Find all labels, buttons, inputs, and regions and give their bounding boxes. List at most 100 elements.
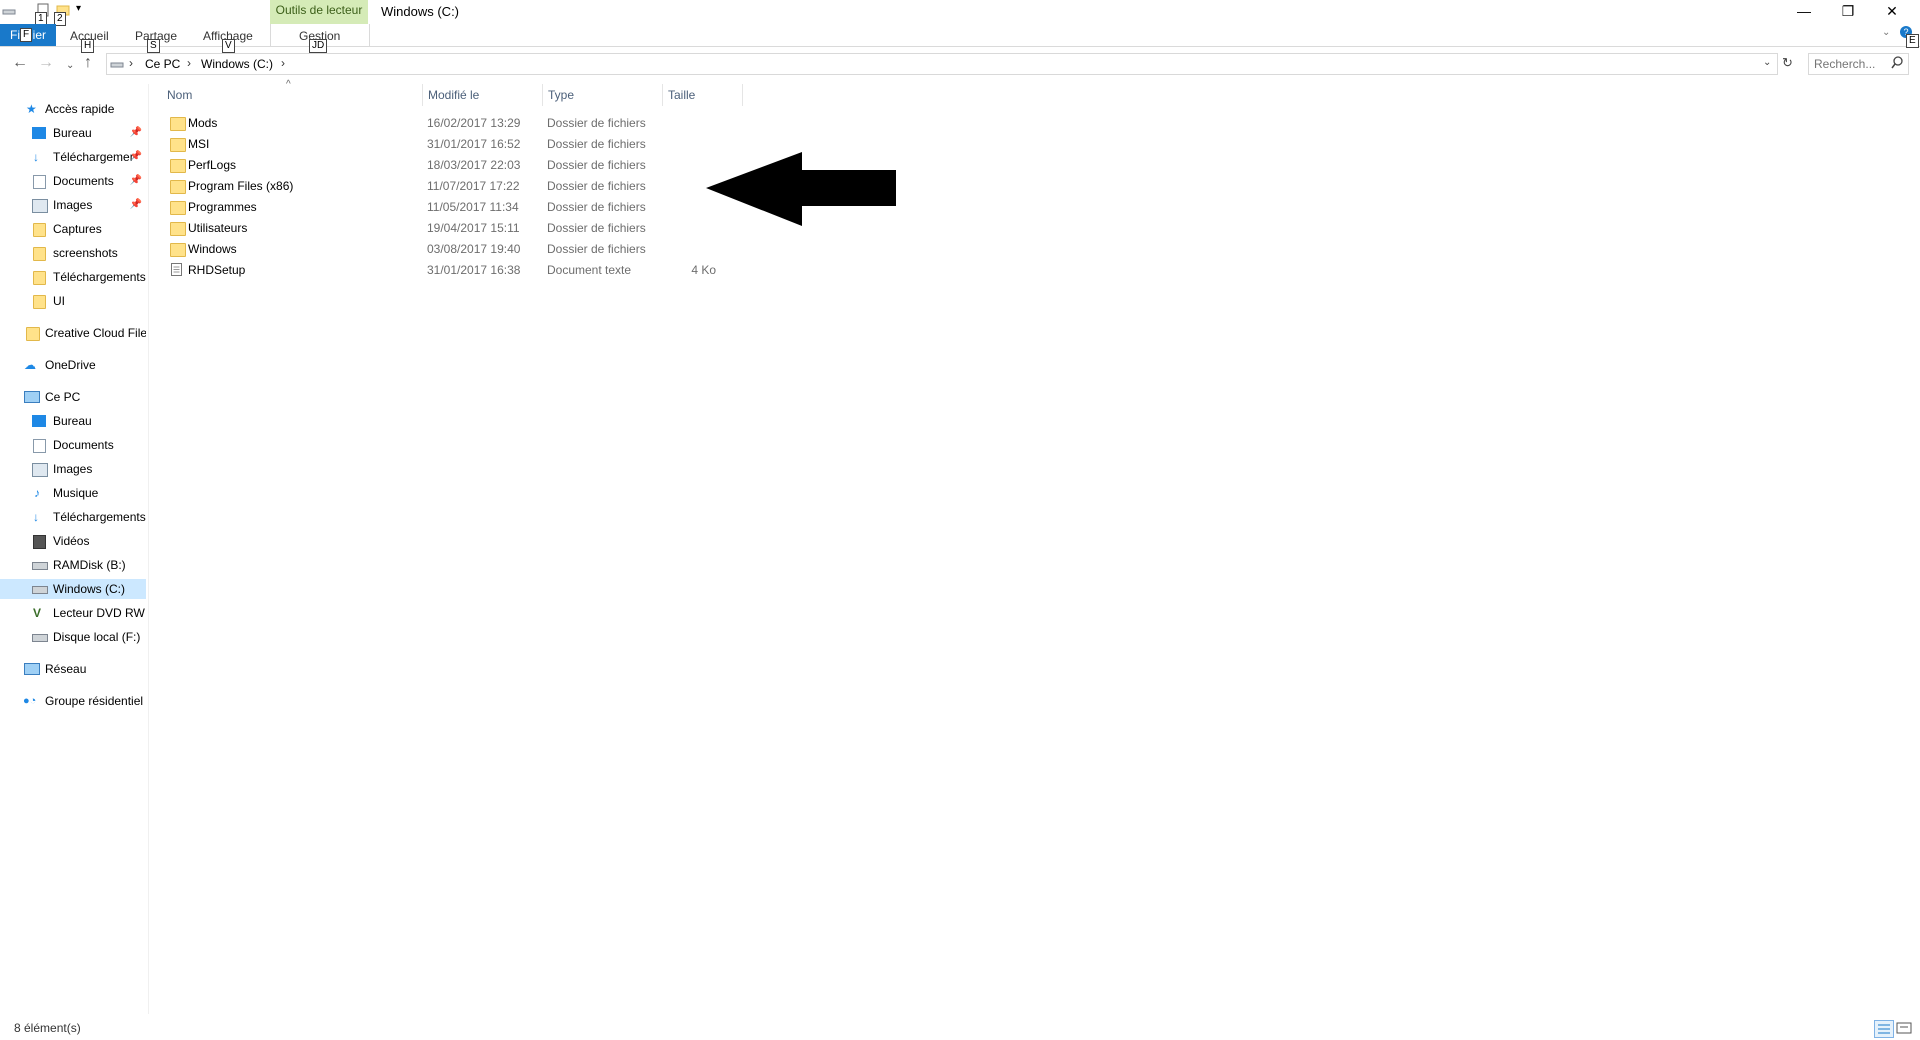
file-row[interactable]: Windows 03/08/2017 19:40 Dossier de fich… [167,239,767,259]
folder-icon [33,223,46,237]
folder-icon [170,201,186,215]
pictures-icon [32,463,48,477]
nav-pc-bureau[interactable]: Bureau [0,411,146,431]
customize-qa-icon[interactable]: ▾ [76,3,81,14]
column-size[interactable]: Taille [668,88,695,102]
nav-pc-windows-c[interactable]: Windows (C:) [0,579,146,599]
breadcrumb-windows-c[interactable]: Windows (C:) [201,57,273,71]
pin-icon[interactable]: 📌 [130,171,142,191]
nav-label: Accès rapide [45,102,115,116]
file-row[interactable]: PerfLogs 18/03/2017 22:03 Dossier de fic… [167,155,767,175]
download-icon: ↓ [33,150,39,164]
pin-icon[interactable]: 📌 [130,123,142,143]
close-button[interactable]: ✕ [1870,0,1914,22]
file-row[interactable]: RHDSetup 31/01/2017 16:38 Document texte… [167,260,767,280]
details-view-icon[interactable] [1874,1020,1894,1038]
nav-label: Téléchargements [53,150,133,164]
file-type: Dossier de fichiers [547,158,646,172]
file-type: Dossier de fichiers [547,137,646,151]
large-icons-view-icon[interactable] [1896,1021,1912,1035]
search-input[interactable] [1812,55,1888,73]
nav-label: Images [53,198,93,212]
file-row[interactable]: Program Files (x86) 11/07/2017 17:22 Dos… [167,176,767,196]
nav-quick-captures[interactable]: Captures [0,219,146,239]
folder-icon [33,247,46,261]
back-arrow-icon[interactable]: ← [12,54,28,72]
pin-icon[interactable]: 📌 [130,195,142,215]
up-arrow-icon[interactable]: ↑ [84,54,92,72]
address-dropdown-icon[interactable]: ⌄ [1763,57,1771,68]
nav-pc-videos[interactable]: Vidéos [0,531,146,551]
file-row[interactable]: Programmes 11/05/2017 11:34 Dossier de f… [167,197,767,217]
recent-locations-icon[interactable]: ⌄ [66,57,74,75]
file-row[interactable]: Mods 16/02/2017 13:29 Dossier de fichier… [167,113,767,133]
creative-cloud-icon [26,327,40,341]
nav-homegroup[interactable]: ●◔ Groupe résidentiel [0,691,146,711]
nav-pc-downloads[interactable]: ↓ Téléchargements [0,507,146,527]
breadcrumb-separator[interactable]: › [187,56,191,70]
search-box[interactable] [1808,53,1909,75]
file-row[interactable]: MSI 31/01/2017 16:52 Dossier de fichiers [167,134,767,154]
file-size: 4 Ko [691,263,716,277]
nav-quick-bureau[interactable]: Bureau 📌 [0,123,146,143]
column-divider[interactable] [422,84,423,106]
chevron-down-icon[interactable]: ⌄ [1882,27,1890,38]
nav-label: Bureau [53,414,92,428]
nav-this-pc[interactable]: Ce PC [0,387,146,407]
nav-onedrive[interactable]: ☁ OneDrive [0,355,146,375]
nav-label: screenshots [53,246,118,260]
search-icon[interactable] [1891,56,1903,73]
nav-pc-dvd[interactable]: V Lecteur DVD RW ( [0,603,146,623]
column-divider[interactable] [662,84,663,106]
file-type: Document texte [547,263,632,277]
nav-pc-images[interactable]: Images [0,459,146,479]
breadcrumb-this-pc[interactable]: Ce PC [145,57,180,71]
restore-button[interactable]: ❐ [1826,0,1870,22]
forward-arrow-icon[interactable]: → [38,54,54,72]
nav-pc-music[interactable]: ♪ Musique [0,483,146,503]
file-name: PerfLogs [188,158,237,172]
file-row[interactable]: Utilisateurs 19/04/2017 15:11 Dossier de… [167,218,767,238]
refresh-icon[interactable]: ↻ [1782,55,1793,71]
ribbon-tabs: Fichier F Accueil H Partage S Affichage … [0,24,1920,53]
tab-manage-box: Gestion JD [270,24,370,53]
nav-quick-images[interactable]: Images 📌 [0,195,146,215]
column-divider[interactable] [742,84,743,106]
nav-network[interactable]: Réseau [0,659,146,679]
nav-creative-cloud[interactable]: Creative Cloud Files [0,323,146,343]
column-divider[interactable] [542,84,543,106]
nav-quick-downloads-folder[interactable]: Téléchargements [0,267,146,287]
document-icon [33,175,46,189]
minimize-button[interactable]: — [1782,0,1826,22]
address-row: ← → ⌄ ↑ › Ce PC › Windows (C:) › ⌄ ↻ [0,50,1920,78]
drive-icon[interactable] [2,3,16,17]
nav-label: RAMDisk (B:) [53,558,126,572]
nav-quick-ui[interactable]: UI [0,291,146,311]
pin-icon[interactable]: 📌 [130,147,142,167]
address-bar[interactable]: › Ce PC › Windows (C:) › ⌄ [106,53,1778,75]
nav-pc-documents[interactable]: Documents [0,435,146,455]
nav-label: Creative Cloud Files [45,326,146,340]
nav-quick-downloads[interactable]: ↓ Téléchargements 📌 [0,147,146,167]
nav-pc-ramdisk[interactable]: RAMDisk (B:) [0,555,146,575]
column-name[interactable]: Nom [167,88,192,102]
dvd-drive-icon: V [33,606,42,620]
nav-pc-local-f[interactable]: Disque local (F:) [0,627,146,647]
nav-quick-screenshots[interactable]: screenshots [0,243,146,263]
nav-quick-access[interactable]: ★ Accès rapide [0,99,146,119]
nav-label: Documents [53,438,114,452]
network-icon [24,663,40,675]
nav-quick-documents[interactable]: Documents 📌 [0,171,146,191]
column-modified[interactable]: Modifié le [428,88,479,102]
file-modified: 19/04/2017 15:11 [427,221,520,235]
file-modified: 31/01/2017 16:38 [427,263,521,277]
column-type[interactable]: Type [548,88,574,102]
nav-label: Bureau [53,126,92,140]
drive-icon [110,58,124,73]
breadcrumb-separator[interactable]: › [281,56,285,70]
item-count: 8 élément(s) [14,1021,81,1035]
folder-icon [170,180,186,194]
keytip-file: F [20,28,33,42]
nav-label: Vidéos [53,534,90,548]
breadcrumb-separator[interactable]: › [129,56,133,70]
